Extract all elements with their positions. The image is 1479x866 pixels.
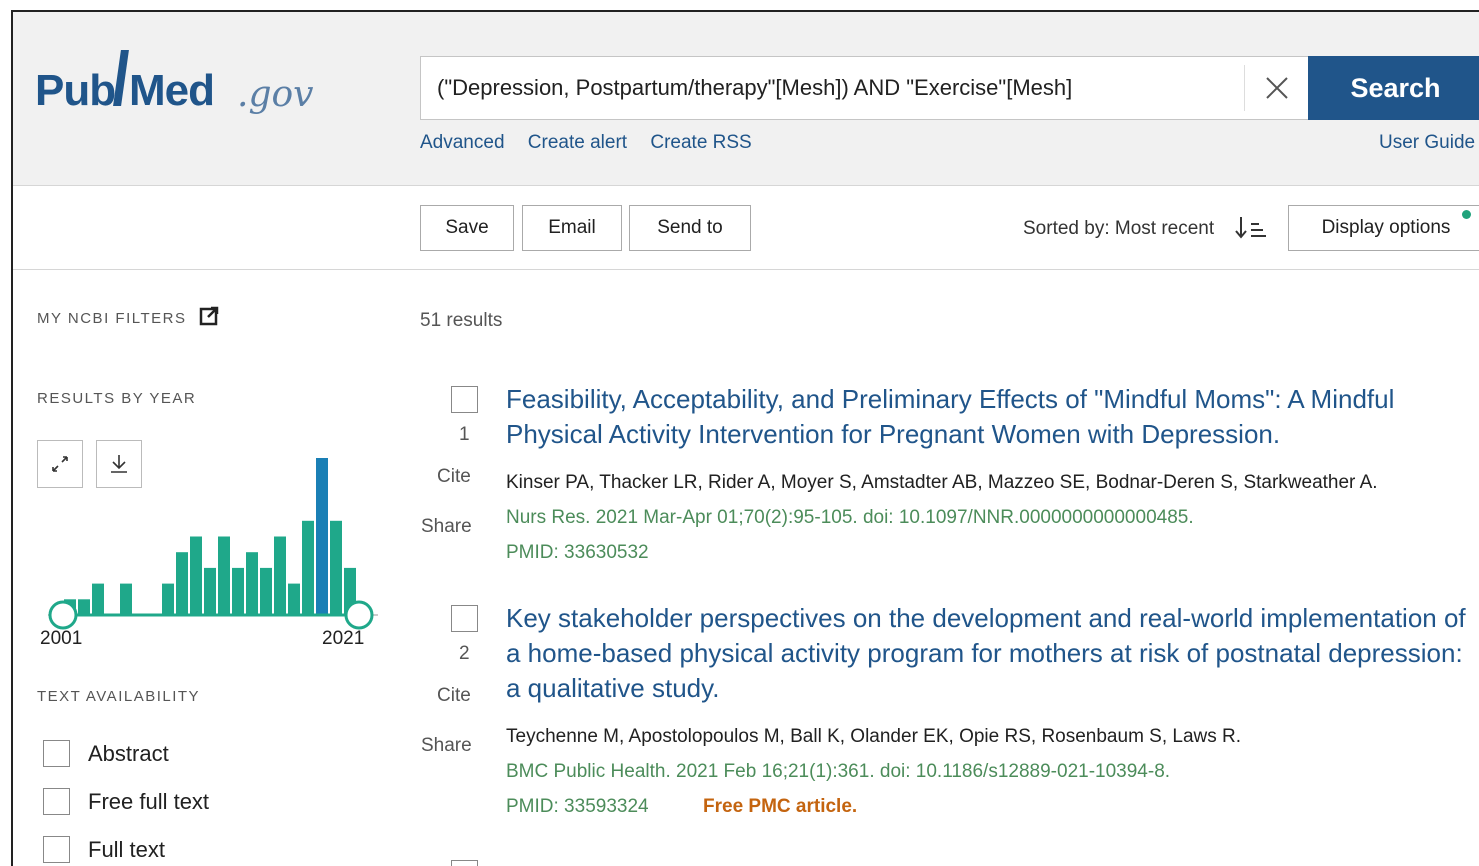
year-bar-2011[interactable]: [204, 567, 216, 615]
year-bar-2013[interactable]: [232, 567, 244, 615]
sidebar: MY NCBI FILTERS RESULTS BY YEAR 2001 202…: [13, 270, 393, 866]
result-number: 1: [459, 424, 470, 445]
results-by-year-title: RESULTS BY YEAR: [37, 390, 197, 407]
year-bar-2016[interactable]: [274, 536, 286, 616]
share-button[interactable]: Share: [421, 516, 472, 538]
year-bar-2002[interactable]: [78, 599, 90, 615]
cite-button[interactable]: Cite: [437, 685, 471, 707]
user-guide-link[interactable]: User Guide: [1379, 132, 1475, 154]
display-options-button[interactable]: Display options: [1288, 205, 1479, 251]
result-title-link[interactable]: Key stakeholder perspectives on the deve…: [506, 601, 1471, 706]
search-box: [420, 56, 1308, 120]
year-bar-2005[interactable]: [120, 583, 132, 615]
page-frame: Pub Med .gov Search Advanced Create aler…: [11, 10, 1479, 866]
checkbox[interactable]: [43, 788, 70, 815]
result-authors: Teychenne M, Apostolopoulos M, Ball K, O…: [506, 726, 1242, 747]
checkbox[interactable]: [43, 836, 70, 863]
year-bar-2008[interactable]: [162, 583, 174, 615]
result-title-link[interactable]: Feasibility, Acceptability, and Prelimin…: [506, 382, 1471, 452]
filter-label: Full text: [88, 836, 166, 862]
create-rss-link[interactable]: Create RSS: [650, 132, 751, 153]
free-pmc-article-link[interactable]: Free PMC article.: [703, 796, 857, 818]
search-sublinks: Advanced Create alert Create RSS: [420, 132, 770, 154]
share-button[interactable]: Share: [421, 735, 472, 757]
year-bar-2020[interactable]: [330, 520, 342, 615]
close-icon: [1265, 77, 1288, 99]
action-bar: Save Email Send to Sorted by: Most recen…: [13, 186, 1479, 270]
year-bar-2012[interactable]: [218, 536, 230, 616]
result-checkbox[interactable]: [451, 605, 478, 632]
result-checkbox[interactable]: [451, 386, 478, 413]
year-bar-2003[interactable]: [92, 583, 104, 615]
checkbox[interactable]: [43, 740, 70, 767]
year-bar-2010[interactable]: [190, 536, 202, 616]
year-bar-2014[interactable]: [246, 552, 258, 615]
slider-handle-start[interactable]: [48, 600, 78, 630]
result-citation: Nurs Res. 2021 Mar-Apr 01;70(2):95-105. …: [506, 507, 1194, 528]
result-checkbox[interactable]: [451, 860, 478, 866]
external-link-icon[interactable]: [199, 306, 219, 326]
filter-full-text[interactable]: Full text: [43, 836, 165, 863]
sort-order-icon[interactable]: [1235, 214, 1267, 242]
year-bar-2017[interactable]: [288, 583, 300, 615]
year-bar-2018[interactable]: [302, 520, 314, 615]
cite-button[interactable]: Cite: [437, 466, 471, 488]
result-authors: Kinser PA, Thacker LR, Rider A, Moyer S,…: [506, 472, 1378, 493]
sort-label[interactable]: Sorted by: Most recent: [1023, 218, 1214, 240]
my-ncbi-filters-title: MY NCBI FILTERS: [37, 310, 187, 327]
filter-abstract[interactable]: Abstract: [43, 740, 169, 767]
create-alert-link[interactable]: Create alert: [528, 132, 627, 153]
result-pmid: PMID: 33593324: [506, 796, 649, 817]
send-to-button[interactable]: Send to: [629, 205, 751, 251]
logo-gov: .gov: [237, 74, 314, 115]
results-count: 51 results: [420, 310, 503, 331]
logo-med: Med: [129, 66, 215, 115]
filter-label: Abstract: [88, 740, 169, 766]
year-bar-2015[interactable]: [260, 567, 272, 615]
clear-search-button[interactable]: [1244, 65, 1308, 111]
advanced-link[interactable]: Advanced: [420, 132, 505, 153]
logo-flag-icon: [113, 50, 129, 106]
year-bar-2019[interactable]: [316, 458, 328, 615]
slider-handle-end[interactable]: [344, 600, 374, 630]
display-options-indicator: [1462, 210, 1471, 219]
result-number: 2: [459, 643, 470, 664]
results-by-year-chart[interactable]: [43, 440, 383, 630]
pubmed-logo[interactable]: Pub Med .gov: [35, 50, 315, 130]
year-bar-2009[interactable]: [176, 552, 188, 615]
result-citation: BMC Public Health. 2021 Feb 16;21(1):361…: [506, 761, 1171, 782]
email-button[interactable]: Email: [522, 205, 622, 251]
text-availability-title: TEXT AVAILABILITY: [37, 688, 201, 705]
save-button[interactable]: Save: [420, 205, 514, 251]
search-button[interactable]: Search: [1308, 56, 1479, 120]
logo-pub: Pub: [35, 66, 116, 115]
filter-label: Free full text: [88, 788, 210, 814]
year-start-label: 2001: [40, 628, 83, 649]
search-input[interactable]: [437, 57, 1237, 119]
result-pmid: PMID: 33630532: [506, 542, 649, 563]
year-end-label: 2021: [322, 628, 365, 649]
header: Pub Med .gov Search Advanced Create aler…: [13, 12, 1479, 186]
filter-free-full-text[interactable]: Free full text: [43, 788, 209, 815]
